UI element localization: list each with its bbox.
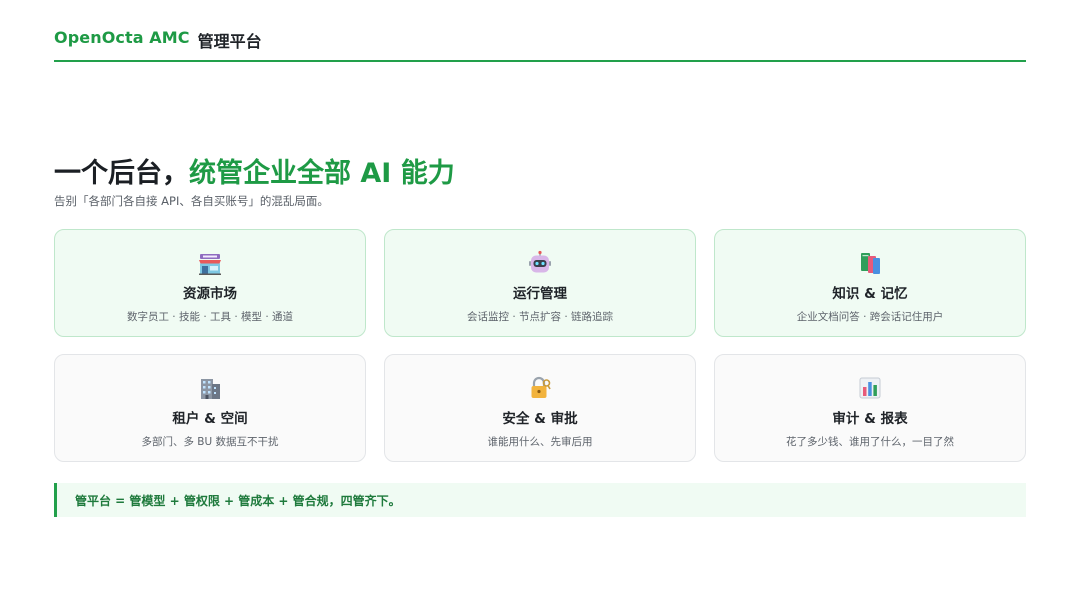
card-desc: 企业文档问答 · 跨会话记住用户 — [796, 311, 944, 323]
feature-card-knowledge-memory[interactable]: 知识 & 记忆 企业文档问答 · 跨会话记住用户 — [714, 229, 1026, 337]
top-header: OpenOcta AMC 管理平台 — [54, 28, 1026, 62]
feature-grid: 资源市场 数字员工 · 技能 · 工具 · 模型 · 通道 运行管理 会话监控 … — [54, 229, 1026, 462]
hero-title-accent: 统管企业全部 AI 能力 — [189, 158, 455, 189]
storefront-icon — [199, 254, 221, 275]
feature-card-audit-report[interactable]: 审计 & 报表 花了多少钱、谁用了什么，一目了然 — [714, 354, 1026, 462]
card-desc: 花了多少钱、谁用了什么，一目了然 — [786, 436, 954, 448]
card-title: 运行管理 — [513, 286, 567, 302]
card-desc: 数字员工 · 技能 · 工具 · 模型 · 通道 — [126, 311, 294, 323]
card-title: 审计 & 报表 — [832, 411, 908, 427]
feature-card-runtime-management[interactable]: 运行管理 会话监控 · 节点扩容 · 链路追踪 — [384, 229, 696, 337]
lock-key-icon — [531, 376, 551, 398]
summary-callout: 管平台 = 管模型 + 管权限 + 管成本 + 管合规，四管齐下。 — [54, 483, 1026, 517]
office-building-icon — [201, 379, 220, 399]
brand-name: OpenOcta AMC — [54, 28, 190, 47]
card-desc: 谁能用什么、先审后用 — [487, 436, 593, 448]
card-title: 安全 & 审批 — [502, 411, 578, 427]
card-desc: 会话监控 · 节点扩容 · 链路追踪 — [466, 311, 614, 323]
bar-chart-icon — [859, 377, 881, 399]
feature-card-tenant-space[interactable]: 租户 & 空间 多部门、多 BU 数据互不干扰 — [54, 354, 366, 462]
robot-icon — [529, 250, 551, 273]
card-desc: 多部门、多 BU 数据互不干扰 — [141, 436, 279, 448]
hero-subtitle: 告别「各部门各自接 API、各自买账号」的混乱局面。 — [54, 194, 329, 208]
books-icon — [861, 253, 880, 274]
card-title: 租户 & 空间 — [172, 411, 248, 427]
feature-card-resource-market[interactable]: 资源市场 数字员工 · 技能 · 工具 · 模型 · 通道 — [54, 229, 366, 337]
brand-suffix: 管理平台 — [197, 32, 262, 51]
hero-title: 一个后台，统管企业全部 AI 能力 — [54, 151, 455, 190]
card-title: 资源市场 — [183, 286, 237, 302]
hero-title-prefix: 一个后台， — [54, 158, 189, 189]
card-title: 知识 & 记忆 — [832, 286, 908, 302]
feature-card-security-approval[interactable]: 安全 & 审批 谁能用什么、先审后用 — [384, 354, 696, 462]
